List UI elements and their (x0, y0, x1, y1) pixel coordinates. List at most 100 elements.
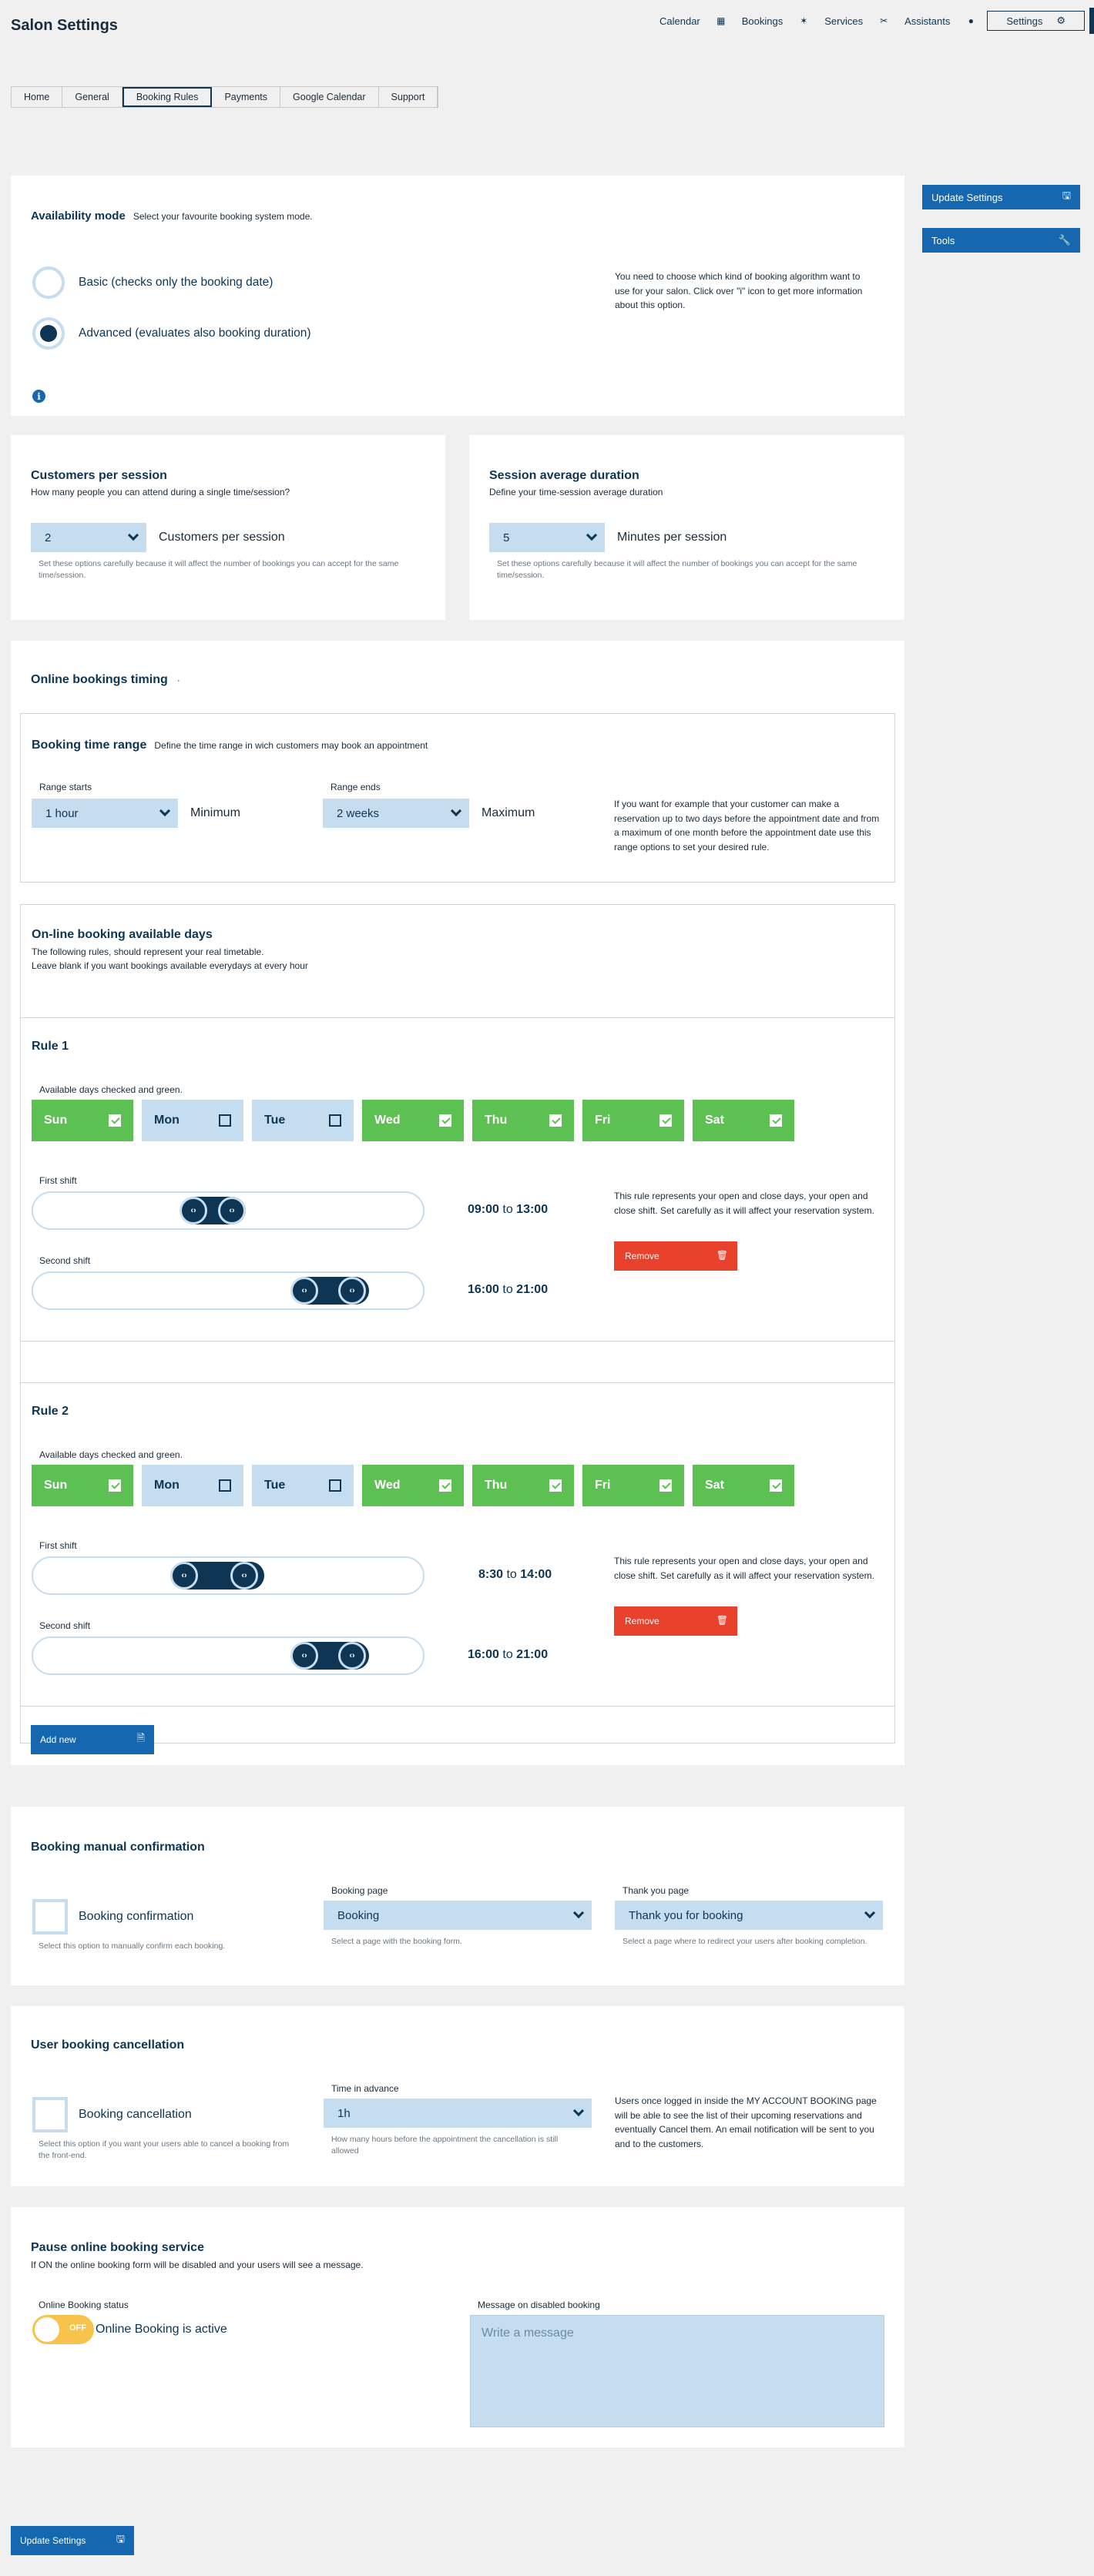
duration-select-value: 5 (503, 531, 510, 544)
day-thu[interactable]: Thu (472, 1465, 574, 1506)
day-fri[interactable]: Fri (582, 1465, 684, 1506)
day-mon[interactable]: Mon (142, 1100, 243, 1141)
customers-select[interactable]: 2 (31, 523, 146, 552)
day-checkbox (109, 1479, 121, 1492)
day-name: Tue (264, 1114, 286, 1127)
rule-title: Rule 2 (32, 1405, 69, 1418)
trash-icon: 🗑 (716, 1250, 728, 1261)
info-icon[interactable]: i (32, 390, 45, 403)
nav-bookings[interactable]: Bookings (742, 15, 783, 27)
confirmation-title: Booking manual confirmation (31, 1841, 205, 1854)
day-wed[interactable]: Wed (362, 1465, 464, 1506)
slider-handle-end[interactable]: ‹› (338, 1277, 366, 1305)
tab-payments[interactable]: Payments (212, 87, 281, 107)
slider-handle-start[interactable]: ‹› (290, 1277, 318, 1305)
day-name: Mon (154, 1479, 180, 1492)
tab-booking-rules[interactable]: Booking Rules (122, 87, 213, 107)
add-new-rule-button[interactable]: Add new 🗎 (31, 1725, 154, 1754)
booking-page-label: Booking page (331, 1885, 388, 1896)
range-ends-select[interactable]: 2 weeks (323, 799, 469, 828)
first-shift-slider[interactable]: ‹› ‹› (32, 1191, 425, 1230)
slider-handle-start[interactable]: ‹› (180, 1197, 207, 1224)
available-days-line1: The following rules, should represent yo… (32, 946, 264, 957)
shift-from: 8:30 (478, 1568, 504, 1581)
slider-handle-end[interactable]: ‹› (230, 1562, 258, 1589)
tools-button[interactable]: Tools 🔧 (922, 228, 1080, 253)
slider-handle-start[interactable]: ‹› (290, 1642, 318, 1670)
booking-page-select[interactable]: Booking (324, 1901, 592, 1930)
day-checkbox (549, 1114, 562, 1127)
rule-title: Rule 1 (32, 1040, 69, 1053)
day-sun[interactable]: Sun (32, 1465, 133, 1506)
nav-services[interactable]: Services (824, 15, 863, 27)
shift-to: 14:00 (520, 1568, 552, 1581)
available-days-title: On-line booking available days (32, 928, 213, 941)
day-sat[interactable]: Sat (693, 1100, 794, 1141)
shift-to: 21:00 (516, 1648, 549, 1661)
second-shift-slider[interactable]: ‹› ‹› (32, 1636, 425, 1675)
second-shift-slider[interactable]: ‹› ‹› (32, 1271, 425, 1310)
availability-note: You need to choose which kind of booking… (615, 271, 863, 311)
range-starts-select[interactable]: 1 hour (32, 799, 178, 828)
day-name: Wed (374, 1479, 401, 1492)
day-thu[interactable]: Thu (472, 1100, 574, 1141)
day-fri[interactable]: Fri (582, 1100, 684, 1141)
remove-rule-button[interactable]: Remove 🗑 (614, 1241, 737, 1271)
day-checkbox (770, 1479, 782, 1492)
online-booking-toggle[interactable]: OFF (32, 2315, 94, 2344)
first-shift-hours: 8:30 to 14:00 (478, 1568, 552, 1582)
availability-panel: Availability mode Select your favourite … (11, 176, 904, 416)
first-shift-slider[interactable]: ‹› ‹› (32, 1556, 425, 1595)
rule-1: Rule 1 Available days checked and green.… (21, 1018, 894, 1342)
page-title: Salon Settings (11, 17, 118, 34)
tab-support[interactable]: Support (379, 87, 438, 107)
day-sat[interactable]: Sat (693, 1465, 794, 1506)
tab-home[interactable]: Home (12, 87, 63, 107)
shift-from: 09:00 (468, 1203, 499, 1216)
time-range-box: Booking time range Define the time range… (20, 713, 895, 883)
day-checkbox (770, 1114, 782, 1127)
cancellation-note: Users once logged in inside the MY ACCOU… (615, 2095, 877, 2149)
tab-google-calendar[interactable]: Google Calendar (280, 87, 379, 107)
day-sun[interactable]: Sun (32, 1100, 133, 1141)
day-mon[interactable]: Mon (142, 1465, 243, 1506)
chevron-down-icon (572, 2105, 585, 2117)
update-settings-bottom-button[interactable]: Update Settings 🖫 (11, 2526, 134, 2555)
wrench-icon: 🔧 (1058, 234, 1071, 246)
nav-assistants[interactable]: Assistants (904, 15, 950, 27)
remove-rule-button[interactable]: Remove 🗑 (614, 1606, 737, 1636)
nav-calendar[interactable]: Calendar (659, 15, 700, 27)
slider-handle-start[interactable]: ‹› (170, 1562, 198, 1589)
radio-basic[interactable] (32, 266, 65, 299)
radio-basic-label: Basic (checks only the booking date) (79, 276, 274, 289)
slider-handle-end[interactable]: ‹› (338, 1642, 366, 1670)
disabled-message-textarea[interactable]: Write a message (470, 2315, 884, 2427)
online-status-text: Online Booking is active (96, 2323, 227, 2336)
slider-handle-end[interactable]: ‹› (218, 1197, 246, 1224)
document-icon: 🗎 (136, 1732, 145, 1744)
day-tue[interactable]: Tue (252, 1100, 354, 1141)
tab-general[interactable]: General (62, 87, 122, 107)
thanks-page-select[interactable]: Thank you for booking (615, 1901, 883, 1930)
confirmation-panel: Booking manual confirmation Booking conf… (11, 1807, 904, 1985)
toggle-text: OFF (69, 2323, 86, 2333)
update-settings-button[interactable]: Update Settings 🖫 (922, 185, 1080, 209)
day-wed[interactable]: Wed (362, 1100, 464, 1141)
duration-select[interactable]: 5 (489, 523, 605, 552)
booking-confirmation-checkbox[interactable] (32, 1899, 68, 1935)
range-ends-suffix: Maximum (482, 806, 535, 819)
time-advance-select[interactable]: 1h (324, 2099, 592, 2128)
radio-advanced[interactable] (32, 317, 65, 350)
gear-icon: ⚙ (1056, 15, 1065, 26)
day-tue[interactable]: Tue (252, 1465, 354, 1506)
day-checkbox (219, 1114, 231, 1127)
nav-settings[interactable]: Settings ⚙ (987, 11, 1085, 31)
shift-from: 16:00 (468, 1648, 499, 1661)
day-name: Mon (154, 1114, 180, 1127)
day-checkbox (439, 1114, 451, 1127)
day-name: Sat (705, 1114, 724, 1127)
day-checkbox (219, 1479, 231, 1492)
booking-cancellation-checkbox[interactable] (32, 2097, 68, 2132)
chevron-down-icon (586, 529, 598, 541)
available-days-box: On-line booking available days The follo… (20, 904, 895, 1744)
